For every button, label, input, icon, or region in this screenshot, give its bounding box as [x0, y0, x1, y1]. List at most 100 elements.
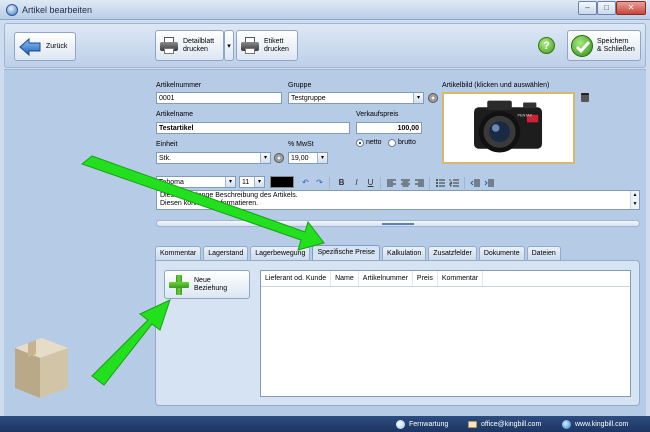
tab-lagerstand[interactable]: Lagerstand: [203, 246, 249, 260]
help-icon[interactable]: ?: [538, 37, 555, 54]
align-center-icon[interactable]: [400, 177, 411, 189]
chevron-down-icon[interactable]: ▾: [413, 93, 423, 103]
redo-icon[interactable]: ↷: [314, 177, 325, 189]
underline-icon[interactable]: U: [365, 177, 376, 189]
memo-scrollbar[interactable]: ▲ ▼: [630, 191, 639, 209]
print-detail-label-line1: Detailblatt: [183, 37, 215, 45]
new-relation-label-line2: Beziehung: [194, 284, 228, 292]
italic-icon[interactable]: I: [351, 177, 362, 189]
print-detail-label-line2: drucken: [183, 45, 208, 53]
einheit-value: Stk.: [159, 155, 172, 162]
mail-icon: [468, 420, 477, 428]
remote-support-link[interactable]: Fernwartung: [396, 416, 448, 432]
print-label-line2: drucken: [264, 45, 289, 53]
article-image[interactable]: PENTAX: [442, 92, 575, 164]
back-button[interactable]: Zurück: [14, 32, 76, 61]
column-header[interactable]: Lieferant od. Kunde: [261, 271, 332, 286]
description-editor[interactable]: Dies ist die lange Beschreibung des Arti…: [156, 190, 640, 210]
mwst-label: % MwSt: [288, 141, 314, 148]
print-detail-sheet-button[interactable]: Detailblatt drucken: [155, 30, 224, 61]
minimize-button[interactable]: –: [578, 1, 597, 15]
website-link[interactable]: www.kingbill.com: [562, 416, 628, 432]
netto-radio[interactable]: [356, 139, 364, 147]
title-bar: Artikel bearbeiten – □ ✕: [0, 0, 650, 20]
undo-icon[interactable]: ↶: [300, 177, 311, 189]
brutto-radio[interactable]: [388, 139, 396, 147]
verkaufspreis-input[interactable]: 100,00: [356, 122, 422, 134]
window-client: Zurück Detailblatt drucken ▾ Etikett dru…: [0, 20, 650, 432]
save-label-line1: Speichern: [597, 37, 629, 45]
article-form: Artikelnummer 0001 Gruppe Testgruppe ▾ A…: [4, 69, 646, 416]
splitter-handle[interactable]: [156, 220, 640, 227]
font-size-value: 11: [242, 179, 250, 186]
font-size-select[interactable]: 11 ▾: [239, 176, 265, 188]
bullet-list-icon[interactable]: [435, 177, 446, 189]
tab-dateien[interactable]: Dateien: [526, 246, 561, 260]
mwst-value: 19,00: [291, 155, 309, 162]
save-label-line2: & Schließen: [597, 45, 635, 53]
artikelname-input[interactable]: Testartikel: [156, 122, 350, 134]
gruppe-select[interactable]: Testgruppe ▾: [288, 92, 424, 104]
chevron-down-icon[interactable]: ▾: [317, 153, 327, 163]
column-header[interactable]: Preis: [413, 271, 438, 286]
plus-icon: [169, 274, 189, 295]
tab-kommentar[interactable]: Kommentar: [155, 246, 202, 260]
gear-icon[interactable]: [274, 153, 284, 163]
column-header[interactable]: Name: [331, 271, 359, 286]
globe-icon: [562, 419, 571, 429]
column-header[interactable]: Artikelnummer: [359, 271, 413, 286]
gear-icon[interactable]: [428, 93, 438, 103]
column-header[interactable]: Kommentar: [438, 271, 484, 286]
remote-support-label: Fernwartung: [409, 420, 449, 428]
chevron-down-icon[interactable]: ▾: [260, 153, 270, 163]
tab-dokumente[interactable]: Dokumente: [478, 246, 525, 260]
description-line-1: Dies ist die lange Beschreibung des Arti…: [160, 192, 298, 199]
chevron-down-icon[interactable]: ▾: [225, 177, 235, 187]
email-label: office@kingbill.com: [481, 420, 542, 428]
tab-kalkulation[interactable]: Kalkulation: [382, 246, 427, 260]
chevron-down-icon[interactable]: ▾: [254, 177, 264, 187]
headset-icon: [396, 419, 405, 429]
font-select[interactable]: Tahoma ▾: [156, 176, 236, 188]
bold-icon[interactable]: B: [336, 177, 347, 189]
print-options-dropdown[interactable]: ▾: [224, 30, 234, 61]
table-header: Lieferant od. Kunde Name Artikelnummer P…: [261, 271, 630, 287]
tab-lagerbewegung[interactable]: Lagerbewegung: [250, 246, 311, 260]
numbered-list-icon[interactable]: [449, 177, 460, 189]
align-left-icon[interactable]: [386, 177, 397, 189]
tab-spezifische-preise[interactable]: Spezifische Preise: [312, 245, 381, 260]
brutto-label: brutto: [398, 139, 416, 146]
artikelbild-label: Artikelbild (klicken und auswählen): [442, 82, 550, 89]
mwst-select[interactable]: 19,00 ▾: [288, 152, 328, 164]
einheit-select[interactable]: Stk. ▾: [156, 152, 271, 164]
maximize-button[interactable]: □: [597, 1, 616, 15]
box-icon: [15, 338, 68, 398]
tab-zusatzfelder[interactable]: Zusatzfelder: [428, 246, 477, 260]
trash-icon[interactable]: [581, 93, 589, 102]
camera-icon: PENTAX: [474, 100, 543, 153]
app-icon: [6, 4, 18, 16]
checkmark-icon: [571, 34, 593, 57]
arrow-left-icon: [19, 37, 41, 56]
save-close-button[interactable]: Speichern & Schließen: [567, 30, 641, 61]
status-bar: Fernwartung office@kingbill.com www.king…: [0, 416, 650, 432]
indent-icon[interactable]: [484, 177, 495, 189]
description-line-2: Diesen können Sie formatieren.: [160, 200, 259, 207]
website-label: www.kingbill.com: [575, 420, 629, 428]
email-link[interactable]: office@kingbill.com: [468, 416, 541, 432]
back-button-label: Zurück: [46, 42, 68, 50]
toolbar-divider: [380, 177, 381, 189]
print-label-button[interactable]: Etikett drucken: [236, 30, 298, 61]
artikelnummer-input[interactable]: 0001: [156, 92, 282, 104]
printer-icon: [159, 36, 179, 55]
toolbar-divider: [329, 177, 330, 189]
artikelname-label: Artikelname: [156, 111, 193, 118]
close-button[interactable]: ✕: [616, 1, 646, 15]
new-relation-button[interactable]: Neue Beziehung: [164, 270, 250, 299]
outdent-icon[interactable]: [470, 177, 481, 189]
align-right-icon[interactable]: [414, 177, 425, 189]
einheit-label: Einheit: [156, 141, 178, 148]
text-color-picker[interactable]: [270, 176, 294, 188]
print-label-line1: Etikett: [264, 37, 284, 45]
prices-table[interactable]: Lieferant od. Kunde Name Artikelnummer P…: [260, 270, 631, 397]
